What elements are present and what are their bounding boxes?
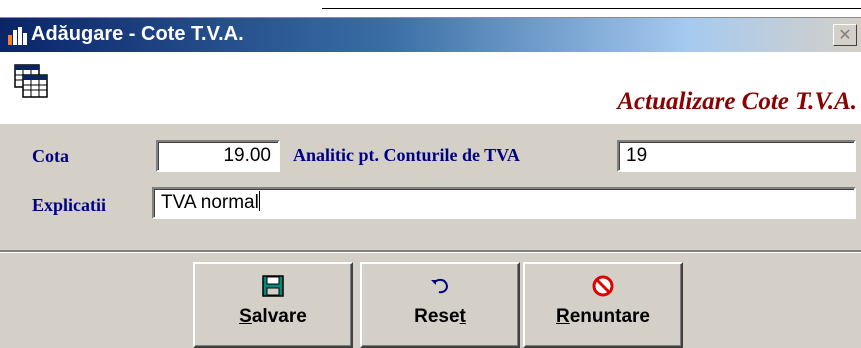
banner-title: Actualizare Cote T.V.A. — [617, 88, 857, 115]
title-bar[interactable]: Adăugare - Cote T.V.A. ✕ — [0, 18, 861, 52]
window-title: Adăugare - Cote T.V.A. — [31, 23, 244, 45]
save-button-label: Salvare — [239, 306, 307, 327]
analitic-input[interactable]: 19 — [617, 140, 856, 172]
explicatii-value: TVA normal — [161, 192, 259, 213]
bar-chart-app-icon — [8, 27, 27, 45]
header-banner: Actualizare Cote T.V.A. — [0, 52, 861, 126]
close-button[interactable]: ✕ — [833, 24, 857, 46]
background-rule — [322, 8, 861, 9]
floppy-disk-icon — [262, 275, 284, 297]
separator-line — [0, 250, 861, 253]
explicatii-label: Explicatii — [32, 195, 107, 215]
reset-button[interactable]: Reset — [360, 262, 520, 348]
prohibited-icon — [592, 275, 614, 297]
explicatii-input[interactable]: TVA normal — [152, 187, 856, 219]
reset-button-label: Reset — [414, 306, 466, 327]
undo-arrow-icon — [431, 278, 449, 294]
cancel-button[interactable]: Renuntare — [523, 262, 683, 348]
form-area: Cota 19.00 Analitic pt. Conturile de TVA… — [0, 124, 861, 250]
text-caret — [258, 191, 260, 211]
cancel-button-label: Renuntare — [556, 306, 650, 327]
cota-label: Cota — [32, 146, 69, 166]
table-grid-icon — [14, 64, 48, 98]
analitic-label: Analitic pt. Conturile de TVA — [293, 145, 520, 165]
dialog-window: Adăugare - Cote T.V.A. ✕ Actualizare Cot… — [0, 17, 861, 348]
save-button[interactable]: Salvare — [193, 262, 353, 348]
cota-input[interactable]: 19.00 — [156, 140, 280, 172]
